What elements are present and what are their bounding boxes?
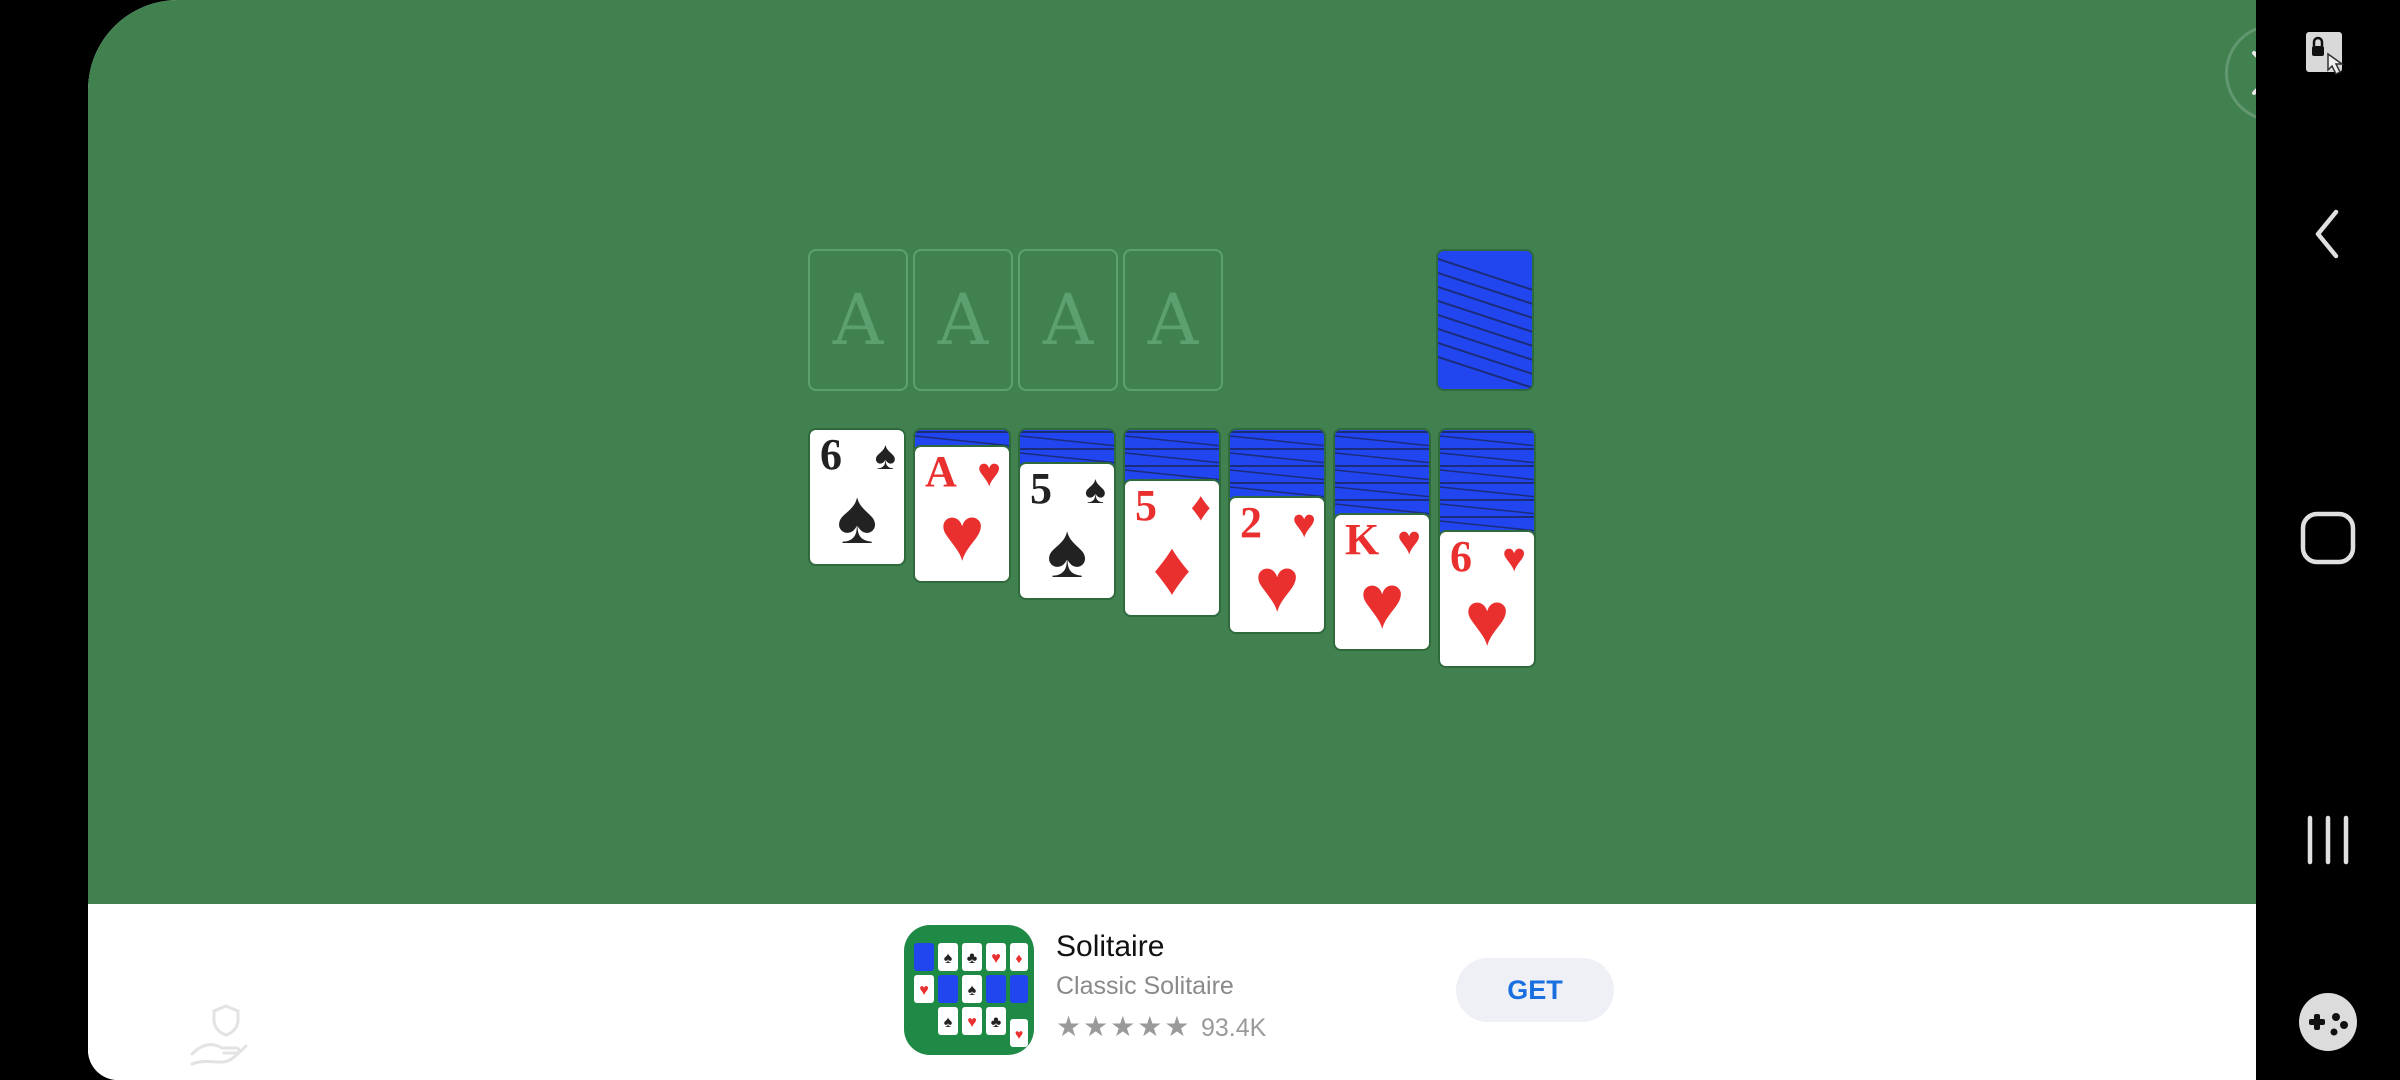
card-suit-small: ♥ xyxy=(1502,536,1526,580)
recents-icon[interactable] xyxy=(2256,812,2400,868)
card-suit-large: ♥ xyxy=(939,492,985,577)
svg-text:♣: ♣ xyxy=(967,950,978,967)
card-rank: A xyxy=(925,447,957,496)
navigation-bar xyxy=(2256,0,2400,1080)
card-rank: 5 xyxy=(1135,481,1157,530)
get-button[interactable]: GET xyxy=(1456,958,1614,1022)
home-icon[interactable] xyxy=(2256,510,2400,566)
card-rank: 6 xyxy=(820,430,842,479)
tableau-card-7[interactable]: 6 ♥ ♥ xyxy=(1438,530,1536,668)
privacy-hand-icon[interactable] xyxy=(188,1002,258,1071)
svg-text:♠: ♠ xyxy=(944,950,953,967)
foundation-slot-3[interactable]: A xyxy=(1018,249,1118,391)
close-icon xyxy=(2252,51,2256,95)
svg-text:♠: ♠ xyxy=(944,1014,953,1031)
game-screen: A A A A 6 ♠ ♠ A ♥ ♥ 5 ♠ ♠ 5 ♦ ♦ 2 ♥ ♥ K ♥ ♥ 6 ♥ ♥ xyxy=(88,0,2256,1080)
card-suit-small: ♦ xyxy=(1190,485,1211,529)
card-rank: K xyxy=(1345,515,1380,564)
rating-count: 93.4K xyxy=(1201,1014,1267,1042)
svg-text:♦: ♦ xyxy=(1015,950,1022,966)
foundation-slot-1[interactable]: A xyxy=(808,249,908,391)
card-suit-large: ♠ xyxy=(836,475,878,560)
card-suit-small: ♥ xyxy=(977,451,1001,495)
card-back-pattern xyxy=(1438,258,1532,389)
card-suit-large: ♠ xyxy=(1046,509,1088,594)
foundation-slot-4[interactable]: A xyxy=(1123,249,1223,391)
foundation-slot-2[interactable]: A xyxy=(913,249,1013,391)
game-tools-icon[interactable] xyxy=(2256,990,2400,1054)
app-name[interactable]: Solitaire xyxy=(1056,930,1164,964)
svg-text:♥: ♥ xyxy=(919,982,929,999)
app-subtitle: Classic Solitaire xyxy=(1056,972,1234,1000)
card-rank: 6 xyxy=(1450,532,1472,581)
svg-text:♠: ♠ xyxy=(968,982,977,999)
solitaire-app-icon: ♠ ♣ ♥ ♦ ♥ ♠ ♠ ♥ ♣ ♥ xyxy=(914,943,1028,1047)
card-suit-small: ♥ xyxy=(1397,519,1421,563)
app-icon[interactable]: ♠ ♣ ♥ ♦ ♥ ♠ ♠ ♥ ♣ ♥ xyxy=(904,925,1034,1055)
back-icon[interactable] xyxy=(2256,206,2400,262)
svg-text:♣: ♣ xyxy=(991,1014,1002,1031)
svg-text:♥: ♥ xyxy=(1015,1026,1023,1042)
card-suit-large: ♥ xyxy=(1464,577,1510,662)
tableau-card-5[interactable]: 2 ♥ ♥ xyxy=(1228,496,1326,634)
stock-pile[interactable] xyxy=(1436,249,1534,391)
card-suit-small: ♠ xyxy=(874,434,896,478)
rating-stars: ★★★★★ xyxy=(1056,1011,1192,1042)
game-board: A A A A 6 ♠ ♠ A ♥ ♥ 5 ♠ ♠ 5 ♦ ♦ 2 ♥ ♥ K ♥ ♥ 6 ♥ ♥ xyxy=(88,0,2256,904)
screen-lock-icon[interactable] xyxy=(2256,28,2400,88)
tableau-card-1[interactable]: 6 ♠ ♠ xyxy=(808,428,906,566)
tableau-card-3[interactable]: 5 ♠ ♠ xyxy=(1018,462,1116,600)
card-rank: 2 xyxy=(1240,498,1262,547)
svg-text:♥: ♥ xyxy=(991,950,1001,967)
card-suit-small: ♥ xyxy=(1292,502,1316,546)
card-suit-large: ♥ xyxy=(1254,543,1300,628)
card-suit-large: ♥ xyxy=(1359,560,1405,645)
tableau-card-4[interactable]: 5 ♦ ♦ xyxy=(1123,479,1221,617)
card-suit-large: ♦ xyxy=(1152,526,1192,611)
tableau-card-2[interactable]: A ♥ ♥ xyxy=(913,445,1011,583)
svg-text:♥: ♥ xyxy=(967,1014,977,1031)
tableau-card-6[interactable]: K ♥ ♥ xyxy=(1333,513,1431,651)
card-rank: 5 xyxy=(1030,464,1052,513)
card-suit-small: ♠ xyxy=(1084,468,1106,512)
